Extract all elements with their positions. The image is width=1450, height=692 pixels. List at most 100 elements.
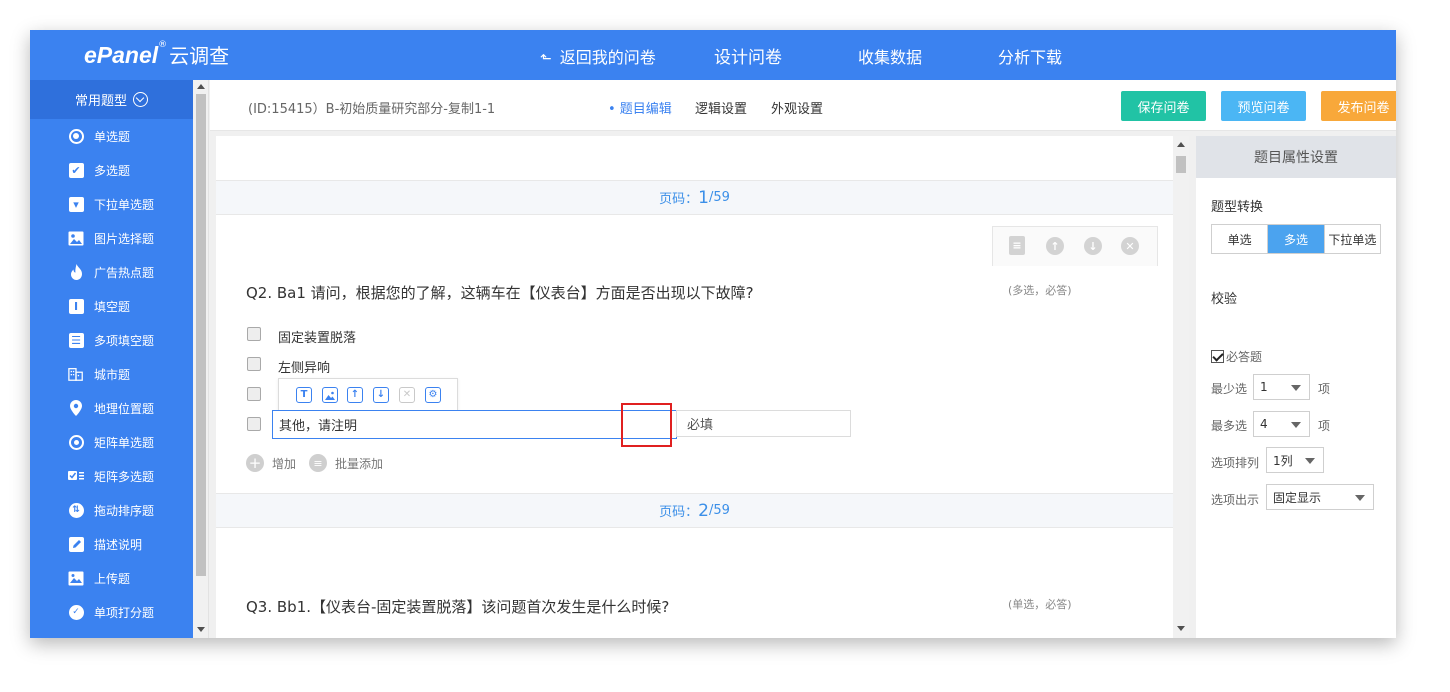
sidebar-header-label: 常用题型	[74, 94, 127, 109]
sidebar-item-single-choice[interactable]: 单选题	[30, 119, 193, 153]
max-select-dropdown[interactable]: 4	[1253, 411, 1310, 437]
add-option-label: 增加	[272, 456, 297, 471]
sidebar-item-label: 矩阵多选题	[94, 469, 155, 484]
sidebar-item-label: 描述说明	[94, 537, 143, 552]
sidebar-item-matrix-single[interactable]: 矩阵单选题	[30, 425, 193, 459]
type-option-single[interactable]: 单选	[1212, 225, 1269, 253]
nav-back-to-my-surveys[interactable]: ⬑ 返回我的问卷	[540, 44, 656, 68]
sidebar-scrollbar[interactable]	[193, 80, 209, 638]
required-checkbox[interactable]: 必答题	[1211, 348, 1262, 365]
option-delete-icon[interactable]: ✕	[399, 387, 415, 403]
option-other-input[interactable]: 其他，请注明	[272, 410, 677, 439]
option-move-down-icon[interactable]: ↓	[373, 387, 389, 403]
option-settings-gear-icon[interactable]: ⚙	[425, 387, 441, 403]
scroll-up-arrow-icon[interactable]	[197, 84, 205, 89]
save-survey-button[interactable]: 保存问卷	[1121, 91, 1206, 121]
survey-canvas: 页码： 1/59 ≡ ↑ ↓ ✕ Q2. Ba1 请问，根据您的了解，这辆车在【仪…	[216, 136, 1173, 638]
text-input-icon: I	[68, 298, 84, 314]
sidebar-item-label: 拖动排序题	[94, 503, 155, 518]
preview-survey-button[interactable]: 预览问卷	[1221, 91, 1306, 121]
move-down-icon[interactable]: ↓	[1084, 237, 1102, 255]
option-other-required-input[interactable]: 必填	[676, 410, 851, 437]
scroll-up-arrow-icon[interactable]	[1177, 142, 1185, 147]
option-display-dropdown[interactable]: 固定显示	[1266, 484, 1374, 510]
add-option-button[interactable]: + 增加	[246, 454, 296, 472]
sidebar-item-description[interactable]: 描述说明	[30, 527, 193, 561]
scroll-down-arrow-icon[interactable]	[197, 627, 205, 632]
option-checkbox-2[interactable]	[247, 357, 261, 371]
sidebar-item-single-score[interactable]: ✓ 单项打分题	[30, 595, 193, 629]
app-window: ePanel® 云调查 ⬑ 返回我的问卷 设计问卷 收集数据 分析下载 常用题型 单…	[30, 30, 1396, 638]
sidebar-item-image-choice[interactable]: 图片选择题	[30, 221, 193, 255]
back-arrow-icon: ⬑	[540, 51, 552, 67]
min-select-dropdown[interactable]: 1	[1253, 374, 1310, 400]
tab-question-edit[interactable]: • 题目编辑	[608, 98, 672, 117]
nav-analyze-download[interactable]: 分析下载	[998, 44, 1062, 68]
location-pin-icon	[68, 400, 84, 416]
multi-fill-icon: ☰	[68, 332, 84, 348]
sidebar-item-label: 地理位置题	[94, 401, 155, 416]
copy-question-icon[interactable]: ≡	[1009, 236, 1025, 255]
min-select-unit: 项	[1318, 382, 1331, 396]
tab-appearance-settings[interactable]: 外观设置	[771, 98, 823, 117]
sidebar-item-label: 上传题	[94, 571, 131, 586]
properties-panel-header: 题目属性设置	[1196, 136, 1396, 178]
sidebar-item-label: 多选题	[94, 163, 131, 178]
option-display-label: 选项出示	[1211, 493, 1260, 507]
insert-image-icon[interactable]	[322, 387, 338, 403]
nav-collect-data[interactable]: 收集数据	[858, 44, 922, 68]
option-checkbox-3[interactable]	[247, 387, 261, 401]
sidebar-scrollbar-thumb[interactable]	[196, 94, 206, 576]
option-label-2[interactable]: 左侧异响	[278, 357, 330, 376]
publish-survey-button[interactable]: 发布问卷	[1321, 91, 1396, 121]
page-current: 1	[698, 187, 709, 208]
sidebar-item-label: 单选题	[94, 129, 131, 144]
question-properties-panel: 题目属性设置 题型转换 单选 多选 下拉单选 校验 必答题 最少选 1 项 最多…	[1196, 136, 1396, 638]
question-title-q2[interactable]: Q2. Ba1 请问，根据您的了解，这辆车在【仪表台】方面是否出现以下故障?	[246, 282, 754, 303]
max-select-value: 4	[1260, 417, 1268, 431]
option-checkbox-1[interactable]	[247, 327, 261, 341]
sidebar-item-ad-hotspot[interactable]: 广告热点题	[30, 255, 193, 289]
option-layout-label: 选项排列	[1211, 456, 1260, 470]
nav-back-label: 返回我的问卷	[559, 48, 656, 67]
sidebar-item-upload[interactable]: 上传题	[30, 561, 193, 595]
page-total: /59	[708, 190, 730, 205]
type-option-multi[interactable]: 多选	[1268, 225, 1325, 253]
nav-design-survey[interactable]: 设计问卷	[714, 43, 782, 68]
option-move-up-icon[interactable]: ↑	[347, 387, 363, 403]
move-up-icon[interactable]: ↑	[1046, 237, 1064, 255]
bulk-add-label: 批量添加	[335, 456, 384, 471]
sidebar-item-multi-fill[interactable]: ☰ 多项填空题	[30, 323, 193, 357]
sidebar-header[interactable]: 常用题型	[30, 80, 193, 119]
validation-label: 校验	[1211, 292, 1238, 307]
sidebar-item-geo-location[interactable]: 地理位置题	[30, 391, 193, 425]
text-format-icon[interactable]: T	[296, 387, 312, 403]
upload-icon	[68, 570, 84, 586]
sidebar-item-dropdown[interactable]: ▾ 下拉单选题	[30, 187, 193, 221]
sidebar-item-city[interactable]: 城市题	[30, 357, 193, 391]
canvas-scrollbar-thumb[interactable]	[1176, 156, 1186, 173]
sidebar-item-label: 下拉单选题	[94, 197, 155, 212]
required-label: 必答题	[1226, 350, 1263, 364]
score-icon: ✓	[68, 604, 84, 620]
logo-registered-mark: ®	[158, 40, 168, 50]
sidebar-item-matrix-multi[interactable]: 矩阵多选题	[30, 459, 193, 493]
sidebar-item-multi-choice[interactable]: ✔ 多选题	[30, 153, 193, 187]
top-navigation-bar: ePanel® 云调查 ⬑ 返回我的问卷 设计问卷 收集数据 分析下载	[30, 30, 1396, 80]
tab-logic-settings[interactable]: 逻辑设置	[695, 98, 747, 117]
canvas-scrollbar[interactable]	[1173, 136, 1189, 638]
option-layout-dropdown[interactable]: 1列	[1266, 447, 1324, 473]
logo-brand: ePanel	[84, 42, 159, 68]
question-title-q3[interactable]: Q3. Bb1.【仪表台-固定装置脱落】该问题首次发生是什么时候?	[246, 596, 669, 617]
page-label: 页码：	[659, 192, 699, 207]
type-option-dropdown[interactable]: 下拉单选	[1325, 225, 1380, 253]
bulk-add-options-button[interactable]: ≡ 批量添加	[309, 454, 383, 472]
question-tag-q2: (多选，必答)	[1008, 284, 1072, 297]
option-label-1[interactable]: 固定装置脱落	[278, 327, 356, 346]
sidebar-item-fill-blank[interactable]: I 填空题	[30, 289, 193, 323]
scroll-down-arrow-icon[interactable]	[1177, 626, 1185, 631]
page-indicator-1: 页码： 1/59	[216, 180, 1173, 215]
delete-question-icon[interactable]: ✕	[1121, 237, 1139, 255]
sidebar-item-drag-sort[interactable]: ⇅ 拖动排序题	[30, 493, 193, 527]
option-checkbox-other[interactable]	[247, 417, 261, 431]
